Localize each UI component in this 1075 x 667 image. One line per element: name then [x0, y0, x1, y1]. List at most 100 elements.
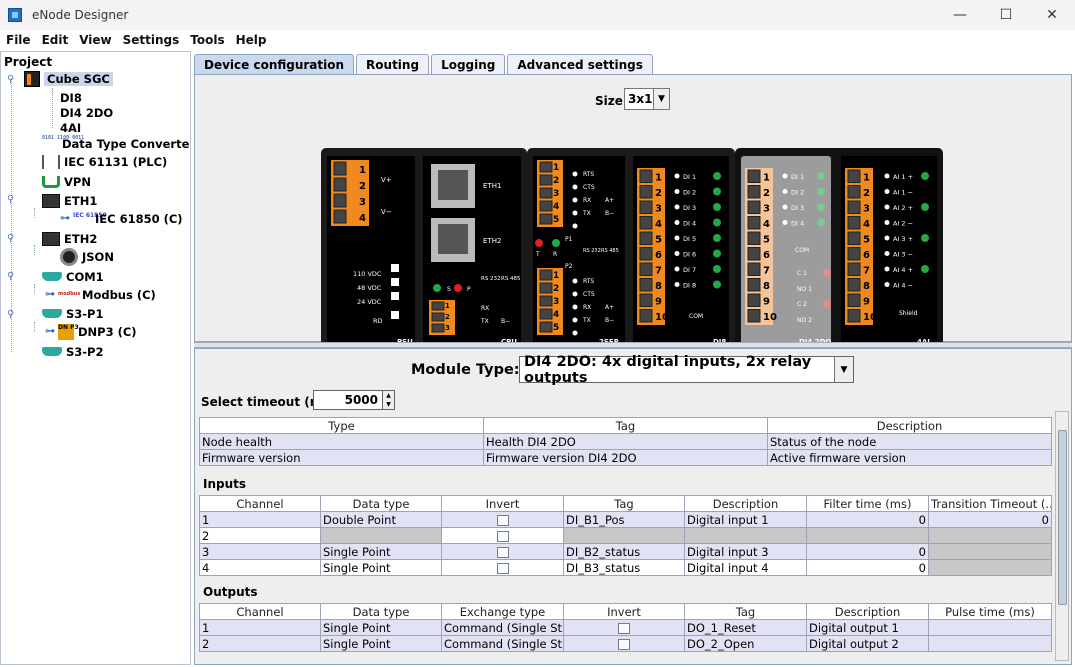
cell-data-type[interactable]: Single Point	[320, 619, 442, 636]
tab-logging[interactable]: Logging	[431, 54, 506, 74]
cell-channel[interactable]: 2	[199, 527, 321, 544]
table-row[interactable]: 1 Double Point DI_B1_Pos Digital input 1…	[199, 511, 1052, 528]
column-header[interactable]: Transition Timeout (...	[928, 495, 1052, 512]
tree-node-dnp3[interactable]: ⊶ DN P3 DNP3 (C)	[45, 323, 137, 340]
minimize-button[interactable]: —	[937, 0, 983, 30]
timeout-spinner[interactable]: ▲ ▼	[382, 390, 395, 410]
cell-tag[interactable]: DI_B3_status	[563, 559, 685, 576]
menu-settings[interactable]: Settings	[117, 33, 185, 47]
column-header[interactable]: Data type	[320, 603, 442, 620]
vertical-scrollbar[interactable]	[1055, 411, 1069, 661]
column-header[interactable]: Invert	[563, 603, 685, 620]
table-row[interactable]: 1 Single Point Command (Single St... DO_…	[199, 619, 1052, 636]
column-header[interactable]: Tag	[684, 603, 807, 620]
cell-pulse-time[interactable]	[928, 619, 1052, 636]
cell-channel[interactable]: 3	[199, 543, 321, 560]
cell-tag[interactable]: DO_2_Open	[684, 635, 807, 652]
cell-tag[interactable]: DO_1_Reset	[684, 619, 807, 636]
tree-node-s3-p1[interactable]: S3-P1	[42, 305, 104, 322]
cell-channel[interactable]: 1	[199, 511, 321, 528]
module-type-select[interactable]: DI4 2DO: 4x digital inputs, 2x relay out…	[519, 354, 854, 386]
menu-edit[interactable]: Edit	[36, 33, 74, 47]
cell-transition-timeout[interactable]	[928, 559, 1052, 576]
collapse-toggle-icon[interactable]: ⚲	[7, 74, 14, 85]
table-row[interactable]: 3 Single Point DI_B2_status Digital inpu…	[199, 543, 1052, 560]
collapse-toggle-icon[interactable]: ⚲	[7, 233, 14, 244]
column-header[interactable]: Description	[684, 495, 807, 512]
cell-description[interactable]: Digital input 1	[684, 511, 807, 528]
cell-pulse-time[interactable]	[928, 635, 1052, 652]
tree-node-plc[interactable]: IEC 61131 (PLC)	[42, 153, 167, 170]
menu-view[interactable]: View	[73, 33, 116, 47]
cell-invert[interactable]	[441, 559, 564, 576]
cell-description[interactable]: Digital output 2	[806, 635, 929, 652]
menu-tools[interactable]: Tools	[184, 33, 229, 47]
cell-transition-timeout[interactable]: 0	[928, 511, 1052, 528]
tree-node-json[interactable]: JSON	[60, 247, 114, 266]
table-row[interactable]: 2	[199, 527, 1052, 544]
chevron-down-icon[interactable]: ▼	[834, 357, 853, 382]
cell-tag[interactable]: Health DI4 2DO	[483, 433, 768, 450]
invert-checkbox[interactable]	[618, 622, 630, 634]
cell-transition-timeout[interactable]	[928, 527, 1052, 544]
column-header[interactable]: Description	[806, 603, 929, 620]
table-row[interactable]: Firmware version Firmware version DI4 2D…	[199, 449, 1052, 466]
cell-exchange-type[interactable]: Command (Single St...	[441, 619, 564, 636]
cell-invert[interactable]	[441, 543, 564, 560]
tree-root-project[interactable]: Project	[4, 55, 52, 69]
cell-tag[interactable]: Firmware version DI4 2DO	[483, 449, 768, 466]
tree-node-data-type-converter[interactable]: 0101 1100 0011 Data Type Converter	[42, 135, 190, 152]
tab-device-configuration[interactable]: Device configuration	[194, 54, 355, 74]
invert-checkbox[interactable]	[496, 530, 509, 542]
column-header[interactable]: Type	[199, 417, 484, 434]
cell-data-type[interactable]: Single Point	[320, 559, 442, 576]
invert-checkbox[interactable]	[496, 546, 509, 558]
column-header[interactable]: Data type	[320, 495, 442, 512]
close-button[interactable]: ✕	[1029, 0, 1075, 30]
invert-checkbox[interactable]	[496, 514, 509, 526]
cell-tag[interactable]: DI_B2_status	[563, 543, 685, 560]
tree-node-iec61850[interactable]: ⊶ IEC 61850 IEC 61850 (C)	[60, 210, 183, 227]
tree-node-cube-sgc[interactable]: Cube SGC	[24, 70, 113, 87]
menu-help[interactable]: Help	[230, 33, 272, 47]
tab-advanced-settings[interactable]: Advanced settings	[507, 54, 653, 74]
cell-data-type[interactable]: Single Point	[320, 543, 442, 560]
tab-routing[interactable]: Routing	[356, 54, 430, 74]
column-header[interactable]: Description	[767, 417, 1052, 434]
cell-data-type[interactable]: Double Point	[320, 511, 442, 528]
cell-description[interactable]	[684, 527, 807, 544]
cell-filter-time[interactable]: 0	[806, 511, 929, 528]
collapse-toggle-icon[interactable]: ⚲	[7, 271, 14, 282]
tree-node-eth2[interactable]: ETH2	[42, 230, 97, 247]
table-row[interactable]: Node health Health DI4 2DO Status of the…	[199, 433, 1052, 450]
cell-transition-timeout[interactable]	[928, 543, 1052, 560]
tree-node-4ai[interactable]: 4AI	[60, 119, 81, 136]
timeout-input[interactable]: 5000	[313, 390, 383, 410]
tree-node-modbus[interactable]: ⊶ modbus Modbus (C)	[45, 286, 156, 303]
cell-filter-time[interactable]: 0	[806, 559, 929, 576]
tree-node-eth1[interactable]: ETH1	[42, 192, 97, 209]
table-row[interactable]: 4 Single Point DI_B3_status Digital inpu…	[199, 559, 1052, 576]
tree-node-vpn[interactable]: VPN	[42, 173, 91, 190]
cell-channel[interactable]: 2	[199, 635, 321, 652]
cell-channel[interactable]: 4	[199, 559, 321, 576]
cell-description[interactable]: Status of the node	[767, 433, 1052, 450]
scrollbar-thumb[interactable]	[1058, 430, 1067, 605]
invert-checkbox[interactable]	[496, 562, 509, 574]
cell-invert[interactable]	[563, 619, 685, 636]
cell-exchange-type[interactable]: Command (Single St...	[441, 635, 564, 652]
cell-channel[interactable]: 1	[199, 619, 321, 636]
cell-invert[interactable]	[441, 527, 564, 544]
tree-node-com1[interactable]: COM1	[42, 268, 104, 285]
cell-filter-time[interactable]	[806, 527, 929, 544]
invert-checkbox[interactable]	[618, 638, 630, 650]
cell-description[interactable]: Active firmware version	[767, 449, 1052, 466]
maximize-button[interactable]: ☐	[983, 0, 1029, 30]
column-header[interactable]: Exchange type	[441, 603, 564, 620]
table-row[interactable]: 2 Single Point Command (Single St... DO_…	[199, 635, 1052, 652]
cell-type[interactable]: Firmware version	[199, 449, 484, 466]
cell-description[interactable]: Digital input 4	[684, 559, 807, 576]
cell-invert[interactable]	[441, 511, 564, 528]
cell-data-type[interactable]: Single Point	[320, 635, 442, 652]
cell-type[interactable]: Node health	[199, 433, 484, 450]
